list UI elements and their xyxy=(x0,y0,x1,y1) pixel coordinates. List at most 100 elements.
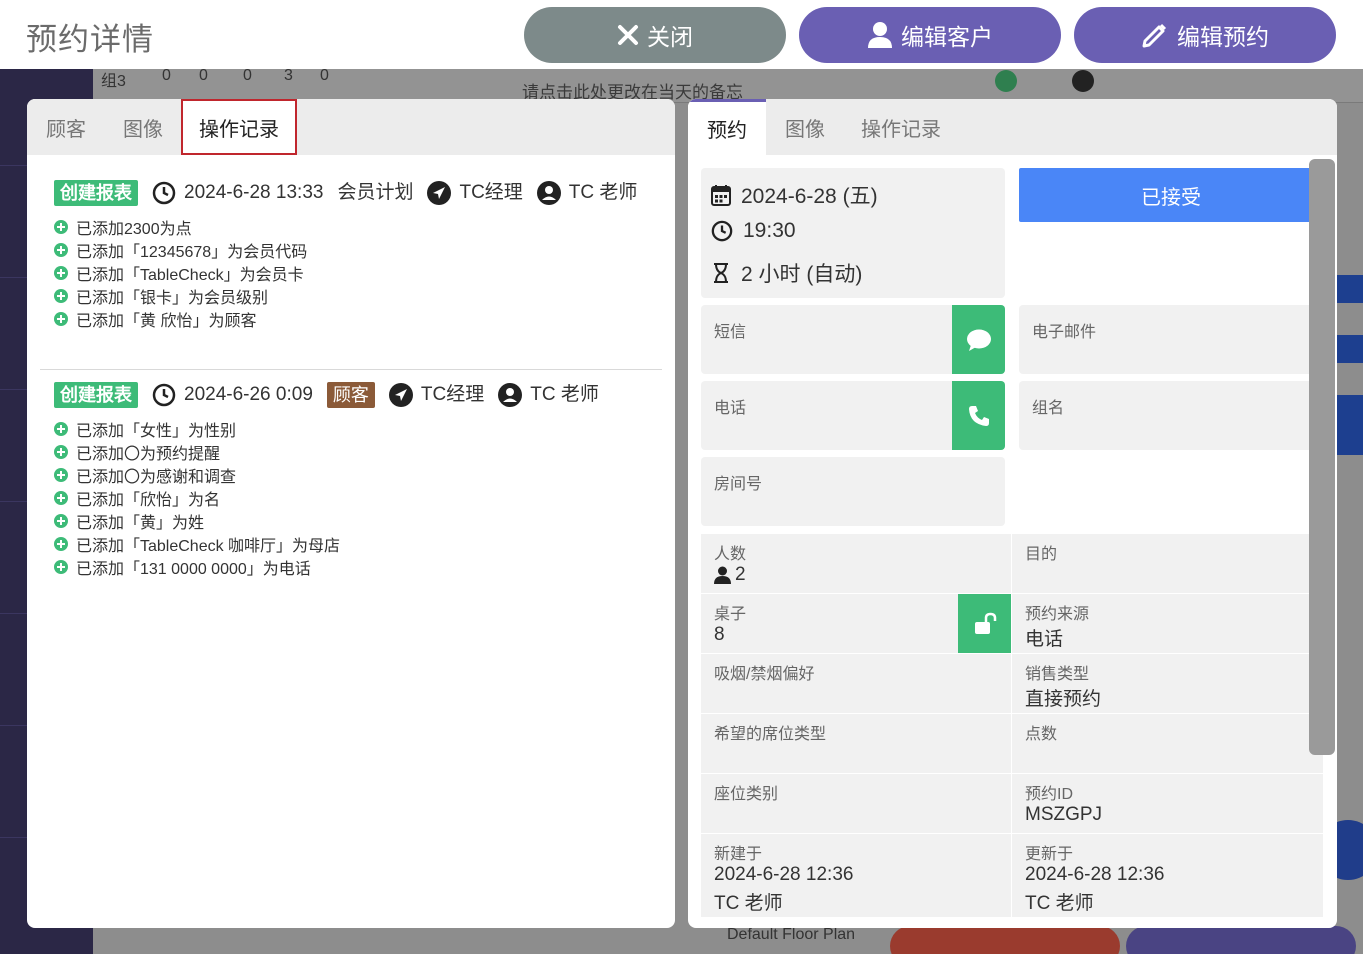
history-lines: 已添加2300为点 已添加「12345678」为会员代码 已添加「TableCh… xyxy=(40,215,662,330)
clock-icon xyxy=(152,383,176,407)
customer-tag-badge: 顾客 xyxy=(326,382,375,408)
history-line: 已添加「女性」为性别 xyxy=(54,417,662,440)
edit-reservation-label: 编辑预约 xyxy=(1177,24,1269,50)
source-label: 预约来源 xyxy=(1025,606,1090,623)
sms-label: 短信 xyxy=(714,324,747,341)
reservation-duration: 2 小时 (自动) xyxy=(741,263,863,286)
history-panel: 顾客 图像 操作记录 创建报表 2024-6-28 13:33 会员计划 TC经… xyxy=(27,99,675,928)
bg-allday-icon xyxy=(1072,70,1094,92)
tab-history[interactable]: 操作记录 xyxy=(181,99,297,155)
reservation-id-value: MSZGPJ xyxy=(1025,804,1103,825)
history-line: 已添加「黄 欣怡」为顾客 xyxy=(54,307,662,330)
history-divider xyxy=(40,369,662,370)
plus-circle-icon xyxy=(54,559,68,574)
history-line: 已添加「黄」为姓 xyxy=(54,509,662,532)
seat-category-cell[interactable]: 座位类别 xyxy=(701,774,1011,833)
points-cell: 点数 xyxy=(1012,714,1323,773)
edit-customer-button[interactable]: 编辑客户 xyxy=(799,7,1061,63)
page-title: 预约详情 xyxy=(26,22,154,57)
datetime-box: 2024-6-28 (五) 19:30 2 小时 (自动) xyxy=(701,168,1005,298)
group-name-field[interactable]: 组名 xyxy=(1019,381,1323,450)
tab-customer[interactable]: 顾客 xyxy=(27,99,105,155)
purpose-cell[interactable]: 目的 xyxy=(1012,534,1323,593)
smoking-cell[interactable]: 吸烟/禁烟偏好 xyxy=(701,654,1011,713)
call-button[interactable] xyxy=(952,381,1005,450)
created-by: TC 老师 xyxy=(714,893,783,914)
bg-stat-chair: 0 xyxy=(320,67,329,84)
history-line-text: 已添加〇为感谢和调查 xyxy=(76,468,237,486)
table-cell: 桌子 8 xyxy=(701,594,1011,653)
history-line-text: 已添加「TableCheck 咖啡厅」为母店 xyxy=(76,537,341,555)
reservation-id-label: 预约ID xyxy=(1025,786,1074,803)
reservation-panel: 预约 图像 操作记录 2024-6-28 (五) 19:30 2 小时 (自动)… xyxy=(688,99,1337,928)
create-report-badge: 创建报表 xyxy=(54,382,138,408)
plus-circle-icon xyxy=(54,265,68,280)
history-staff: TC 老师 xyxy=(568,182,638,203)
email-label: 电子邮件 xyxy=(1032,324,1097,341)
status-accepted-button[interactable]: 已接受 xyxy=(1019,168,1323,222)
seat-category-label: 座位类别 xyxy=(714,786,779,803)
bg-purple-button xyxy=(1126,926,1356,954)
created-at: 2024-6-28 12:36 xyxy=(714,864,854,885)
right-tab-bar: 预约 图像 操作记录 xyxy=(688,99,1337,155)
updated-at: 2024-6-28 12:36 xyxy=(1025,864,1165,885)
phone-label: 电话 xyxy=(714,400,747,417)
user-circle-icon xyxy=(536,181,561,205)
sales-type-label: 销售类型 xyxy=(1025,666,1090,683)
close-button-label: 关闭 xyxy=(647,24,693,50)
close-icon xyxy=(618,25,638,45)
tab-reservation[interactable]: 预约 xyxy=(688,99,766,155)
seat-preference-cell[interactable]: 希望的席位类型 xyxy=(701,714,1011,773)
table-lock-button[interactable] xyxy=(958,594,1011,653)
bg-red-button xyxy=(890,926,1120,954)
history-line: 已添加2300为点 xyxy=(54,215,662,238)
person-icon xyxy=(714,566,731,584)
bg-blue-strip xyxy=(1337,395,1363,455)
history-line-text: 已添加2300为点 xyxy=(76,220,192,238)
room-number-label: 房间号 xyxy=(714,476,763,493)
location-arrow-icon xyxy=(388,383,413,407)
bg-blue-strip xyxy=(1337,275,1363,303)
email-field[interactable]: 电子邮件 xyxy=(1019,305,1323,374)
history-manager: TC经理 xyxy=(459,182,523,203)
sms-button[interactable] xyxy=(952,305,1005,374)
scrollbar[interactable] xyxy=(1309,159,1335,755)
history-line-text: 已添加「银卡」为会员级别 xyxy=(76,289,269,307)
table-value: 8 xyxy=(714,624,725,645)
plus-circle-icon xyxy=(54,288,68,303)
user-icon xyxy=(868,22,892,48)
reservation-details: 2024-6-28 (五) 19:30 2 小时 (自动) 已接受 短信 电子邮… xyxy=(688,155,1337,928)
plus-circle-icon xyxy=(54,444,68,459)
plus-circle-icon xyxy=(54,311,68,326)
seat-preference-label: 希望的席位类型 xyxy=(714,726,827,743)
updated-by: TC 老师 xyxy=(1025,893,1094,914)
reservation-date: 2024-6-28 (五) xyxy=(741,185,878,208)
tab-images[interactable]: 图像 xyxy=(105,99,181,155)
guests-label: 人数 xyxy=(714,546,747,563)
sales-type-cell: 销售类型 直接预约 xyxy=(1012,654,1323,713)
guests-value: 2 xyxy=(735,564,746,585)
chat-bubble-icon xyxy=(966,329,991,351)
history-lines: 已添加「女性」为性别 已添加〇为预约提醒 已添加〇为感谢和调查 已添加「欣怡」为… xyxy=(40,417,662,578)
reservation-info-grid: 人数 2 目的 桌子 8 预约来源 电话 吸烟/禁烟偏好 销售类型 直接预约 希… xyxy=(701,534,1323,918)
purpose-label: 目的 xyxy=(1025,546,1058,563)
history-entry: 创建报表 2024-6-28 13:33 会员计划 TC经理 TC 老师 已添加… xyxy=(40,179,662,330)
history-line-text: 已添加「黄 欣怡」为顾客 xyxy=(76,312,257,330)
edit-reservation-button[interactable]: 编辑预约 xyxy=(1074,7,1336,63)
phone-icon xyxy=(968,405,989,426)
reservation-time: 19:30 xyxy=(743,219,796,242)
bg-stat-walk: 0 xyxy=(199,67,208,84)
tab-history[interactable]: 操作记录 xyxy=(844,99,958,155)
close-button[interactable]: 关闭 xyxy=(524,7,786,63)
history-line: 已添加「银卡」为会员级别 xyxy=(54,284,662,307)
unlock-icon xyxy=(974,612,996,634)
created-cell: 新建于 2024-6-28 12:36 TC 老师 xyxy=(701,834,1011,917)
plus-circle-icon xyxy=(54,219,68,234)
create-report-badge: 创建报表 xyxy=(54,180,138,206)
bg-stat-group: 组3 xyxy=(101,73,126,90)
bg-stat-list: 0 xyxy=(243,67,252,84)
room-number-field[interactable]: 房间号 xyxy=(701,457,1005,526)
tab-images[interactable]: 图像 xyxy=(766,99,844,155)
history-plan: 会员计划 xyxy=(337,182,414,203)
source-value: 电话 xyxy=(1025,629,1064,650)
